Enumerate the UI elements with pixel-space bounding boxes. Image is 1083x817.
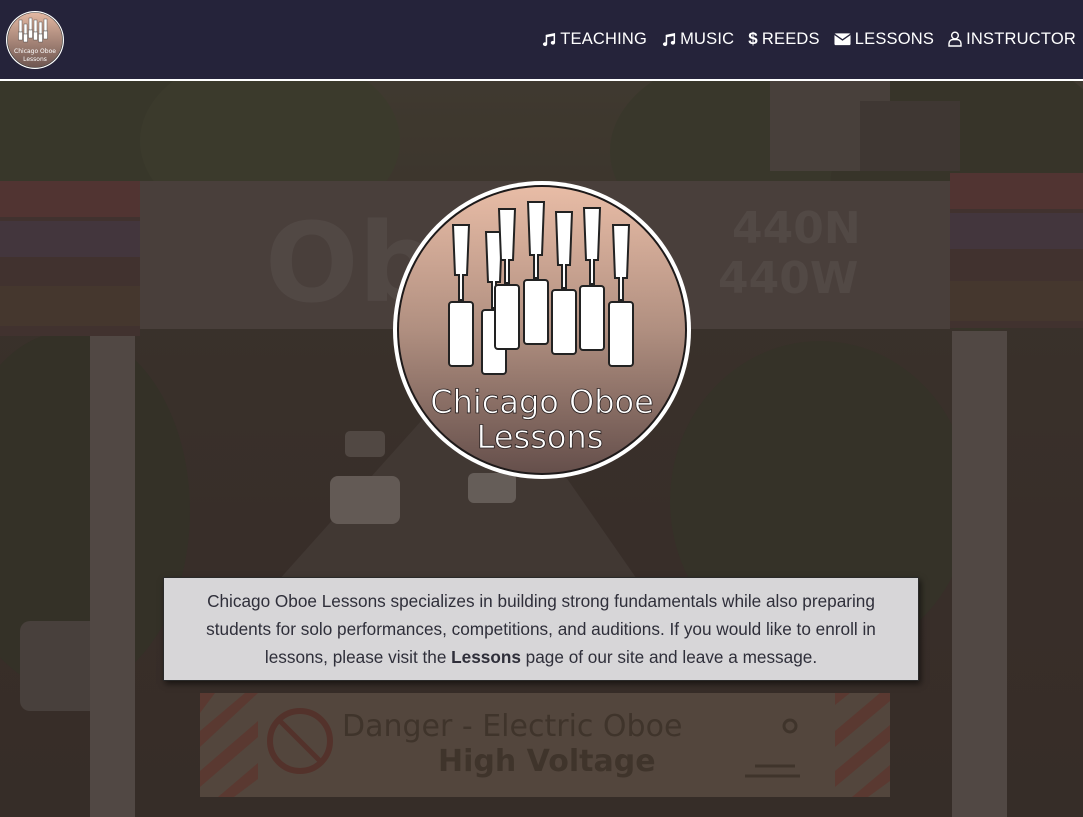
music-note-icon — [662, 32, 676, 46]
dollar-icon: $ — [748, 29, 758, 48]
brand-logo[interactable]: Chicago Oboe Lessons — [5, 10, 65, 70]
chicago-oboe-lessons-logo: Chicago Oboe Lessons — [393, 181, 691, 479]
logo-line2: Lessons — [477, 418, 604, 456]
nav-instructor-label: INSTRUCTOR — [966, 29, 1076, 48]
nav-reeds[interactable]: $ REEDS — [748, 29, 820, 49]
intro-paragraph: Chicago Oboe Lessons specializes in buil… — [181, 587, 901, 671]
navbar: Chicago Oboe Lessons TEACHING MUSIC $ RE… — [0, 0, 1083, 81]
brand-logo-line2: Lessons — [23, 56, 47, 63]
nav-lessons[interactable]: LESSONS — [833, 29, 935, 49]
logo-line1: Chicago Oboe — [430, 383, 654, 421]
main-nav: TEACHING MUSIC $ REEDS LESSONS INSTRUCTO… — [541, 29, 1076, 49]
nav-teaching[interactable]: TEACHING — [541, 30, 647, 49]
music-note-icon — [543, 32, 556, 46]
brand-logo-line1: Chicago Oboe — [14, 48, 56, 55]
nav-lessons-label: LESSONS — [854, 29, 935, 48]
envelope-icon — [833, 33, 851, 46]
nav-teaching-label: TEACHING — [560, 29, 648, 48]
lessons-link[interactable]: Lessons — [451, 647, 521, 667]
nav-music-label: MUSIC — [680, 29, 735, 48]
nav-reeds-label: REEDS — [761, 29, 820, 48]
nav-instructor[interactable]: INSTRUCTOR — [948, 30, 1076, 49]
intro-card: Chicago Oboe Lessons specializes in buil… — [163, 577, 919, 681]
user-icon — [948, 31, 962, 47]
intro-text-after: page of our site and leave a message. — [520, 647, 818, 667]
nav-music[interactable]: MUSIC — [661, 30, 734, 49]
